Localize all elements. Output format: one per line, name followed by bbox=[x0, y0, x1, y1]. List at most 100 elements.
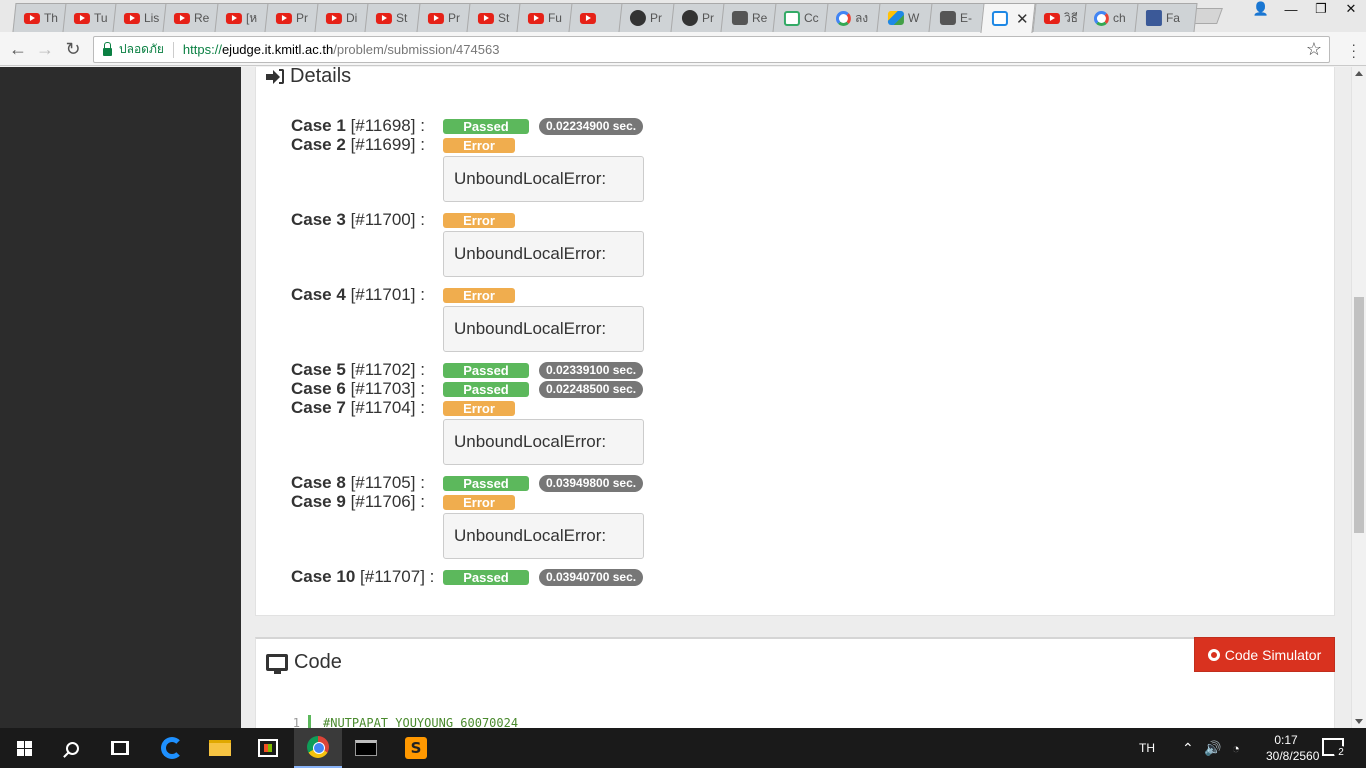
taskbar-edge[interactable] bbox=[148, 728, 196, 768]
back-button[interactable]: ← bbox=[6, 37, 30, 61]
case-name: Case 6 bbox=[291, 379, 346, 398]
youtube-icon bbox=[1043, 12, 1060, 24]
tab-title: Pr bbox=[701, 11, 714, 25]
secure-label: ปลอดภัย bbox=[119, 42, 164, 56]
case-id: [#11707] : bbox=[360, 567, 435, 586]
tab-title: St bbox=[395, 11, 408, 25]
taskbar-sublime[interactable]: S bbox=[392, 728, 440, 768]
taskbar-explorer[interactable] bbox=[196, 728, 244, 768]
search-icon bbox=[65, 741, 79, 755]
details-panel: Details Case 1 [#11698] : Passed 0.0223490… bbox=[255, 67, 1335, 616]
address-bar[interactable]: ปลอดภัย https:// ejudge.it.kmitl.ac.th /… bbox=[93, 36, 1330, 63]
tab-title: Tu bbox=[93, 11, 108, 25]
time-badge: 0.02234900 sec. bbox=[539, 118, 644, 135]
notification-icon[interactable]: 2 bbox=[1322, 738, 1348, 760]
start-button[interactable] bbox=[0, 728, 48, 768]
tab-title: [ห bbox=[245, 10, 258, 25]
details-title: Details bbox=[290, 67, 352, 87]
case-name: Case 3 bbox=[291, 210, 346, 229]
task-view-icon bbox=[111, 741, 129, 755]
details-heading: Details bbox=[266, 67, 351, 88]
scroll-down-icon[interactable] bbox=[1355, 719, 1363, 724]
taskbar-cmd[interactable] bbox=[342, 728, 390, 768]
tab-title: Re bbox=[751, 11, 768, 25]
code-text: #NUTPAPAT YOUYOUNG 60070024 bbox=[323, 716, 519, 728]
windows-logo-icon bbox=[16, 740, 32, 756]
language-indicator[interactable]: TH bbox=[1139, 728, 1155, 768]
wifi-icon[interactable]: ◔ bbox=[1232, 728, 1240, 768]
case-name: Case 5 bbox=[291, 360, 346, 379]
address-separator bbox=[172, 41, 174, 58]
time-badge: 0.03949800 sec. bbox=[539, 475, 644, 492]
youtube-icon bbox=[275, 12, 292, 24]
it-icon bbox=[991, 11, 1008, 26]
drive-icon bbox=[887, 11, 904, 25]
tab-close-icon[interactable]: ✕ bbox=[1016, 10, 1029, 28]
status-badge: Error bbox=[443, 401, 515, 416]
tab-title: Fa bbox=[1165, 11, 1180, 25]
tab-title: Pr bbox=[447, 11, 460, 25]
code-gutter bbox=[308, 715, 311, 728]
restore-button[interactable]: ❐ bbox=[1306, 0, 1336, 18]
time-badge: 0.03940700 sec. bbox=[539, 569, 644, 586]
code-simulator-label: Code Simulator bbox=[1224, 646, 1322, 663]
github-icon bbox=[681, 10, 698, 26]
bookmark-star-icon[interactable]: ☆ bbox=[1306, 39, 1322, 60]
case-name: Case 7 bbox=[291, 398, 346, 417]
edge-icon bbox=[161, 737, 183, 759]
code-simulator-button[interactable]: Code Simulator bbox=[1194, 637, 1335, 672]
browser-tab[interactable]: Fa bbox=[1134, 3, 1198, 32]
forward-button[interactable]: → bbox=[33, 37, 57, 61]
search-button[interactable] bbox=[48, 728, 96, 768]
profile-icon[interactable]: 👤 bbox=[1246, 0, 1276, 18]
taskbar-store[interactable] bbox=[244, 728, 292, 768]
task-view-button[interactable] bbox=[96, 728, 144, 768]
case-label: Case 4 [#11701] : bbox=[291, 285, 425, 305]
case-id: [#11703] : bbox=[350, 379, 425, 398]
scroll-up-icon[interactable] bbox=[1355, 71, 1363, 76]
url-protocol: https:// bbox=[182, 42, 222, 57]
page-content: Details Case 1 [#11698] : Passed 0.0223490… bbox=[241, 67, 1351, 728]
minimize-button[interactable]: — bbox=[1276, 0, 1306, 18]
case-label: Case 6 [#11703] : bbox=[291, 379, 425, 399]
case-id: [#11702] : bbox=[350, 360, 425, 379]
tab-title: Th bbox=[43, 11, 58, 25]
youtube-icon bbox=[527, 12, 544, 24]
tab-title: Cc bbox=[803, 11, 819, 25]
status-badge: Error bbox=[443, 138, 515, 153]
youtube-icon bbox=[375, 12, 392, 24]
page-scrollbar[interactable] bbox=[1351, 67, 1366, 728]
left-sidebar bbox=[0, 67, 241, 728]
youtube-icon bbox=[579, 12, 596, 24]
error-message-box: UnboundLocalError: bbox=[443, 306, 644, 352]
youtube-icon bbox=[325, 12, 342, 24]
page-icon bbox=[939, 11, 956, 25]
browser-menu-icon[interactable]: · · · bbox=[1351, 37, 1356, 63]
code-title: Code bbox=[294, 651, 342, 673]
lock-icon bbox=[103, 41, 112, 56]
store-icon bbox=[258, 739, 278, 757]
youtube-icon bbox=[225, 12, 242, 24]
scrollbar-thumb[interactable] bbox=[1354, 297, 1364, 533]
status-badge: Error bbox=[443, 495, 515, 510]
case-name: Case 1 bbox=[291, 116, 346, 135]
tray-chevron-icon[interactable]: ⌃ bbox=[1182, 728, 1194, 768]
status-badge: Passed bbox=[443, 570, 529, 585]
close-window-button[interactable]: ✕ bbox=[1336, 0, 1366, 18]
taskbar-chrome[interactable] bbox=[294, 728, 342, 768]
reload-button[interactable]: ↻ bbox=[61, 37, 85, 61]
case-name: Case 10 bbox=[291, 567, 356, 586]
desktop-icon bbox=[266, 654, 288, 674]
tab-title: วิธี bbox=[1063, 10, 1079, 25]
case-label: Case 5 [#11702] : bbox=[291, 360, 425, 380]
browser-tab[interactable]: ✕ bbox=[980, 3, 1036, 33]
tab-title: Lis bbox=[143, 11, 160, 25]
time-badge: 0.02339100 sec. bbox=[539, 362, 644, 379]
taskbar-clock[interactable]: 0:17 30/8/2560 bbox=[1266, 732, 1320, 764]
tab-title: E- bbox=[959, 11, 972, 25]
error-message-box: UnboundLocalError: bbox=[443, 419, 644, 465]
clock-date: 30/8/2560 bbox=[1266, 749, 1320, 763]
tab-title: W bbox=[907, 11, 920, 25]
volume-icon[interactable]: 🔊 bbox=[1204, 728, 1221, 768]
tab-title: Pr bbox=[295, 11, 308, 25]
